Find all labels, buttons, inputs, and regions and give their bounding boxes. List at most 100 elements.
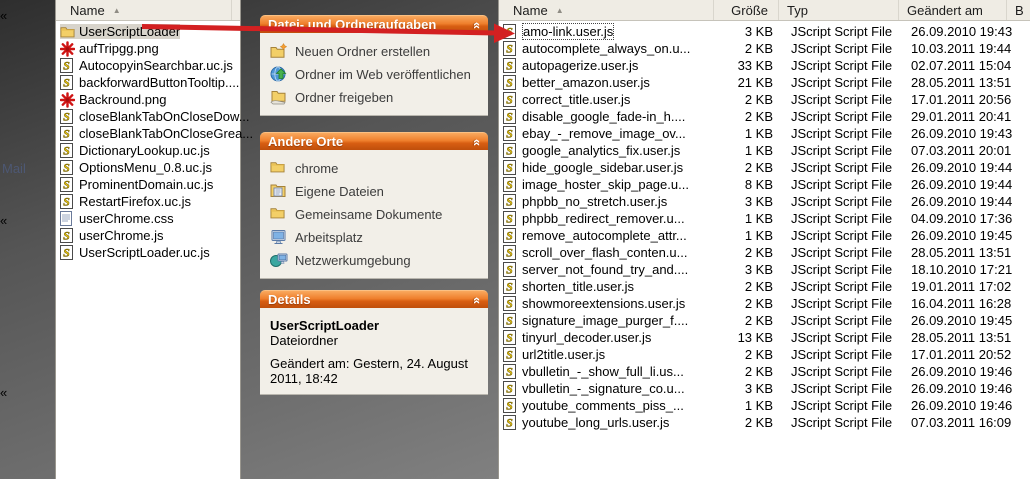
file-row-content[interactable]: ScloseBlankTabOnCloseGrea... [60, 126, 253, 141]
file-row[interactable]: SUserScriptLoader.uc.js [56, 244, 240, 261]
file-row[interactable]: Svbulletin_-_signature_co.u...3 KBJScrip… [499, 380, 1030, 397]
column-header-extra[interactable]: B [1007, 0, 1030, 20]
file-row-content[interactable]: SuserChrome.js [60, 228, 164, 243]
file-row-content[interactable]: SbackforwardButtonTooltip.... [60, 75, 239, 90]
file-row[interactable]: Sdisable_google_fade-in_h....2 KBJScript… [499, 108, 1030, 125]
file-row-content[interactable]: SProminentDomain.uc.js [60, 177, 213, 192]
column-header-name[interactable]: Name ▲ [56, 0, 232, 20]
file-row-content[interactable]: SAutocopyinSearchbar.uc.js [60, 58, 233, 73]
file-row-name-cell[interactable]: Sphpbb_redirect_remover.u... [503, 211, 718, 226]
file-row[interactable]: SRestartFirefox.uc.js [56, 193, 240, 210]
task-link-ordner-im-web-ver-ffentlichen[interactable]: Ordner im Web veröffentlichen [270, 66, 478, 82]
file-row[interactable]: Syoutube_long_urls.user.js2 KBJScript Sc… [499, 414, 1030, 431]
file-row[interactable]: Ssignature_image_purger_f....2 KBJScript… [499, 312, 1030, 329]
file-row[interactable]: aufTripgg.png [56, 40, 240, 57]
file-row[interactable]: Sgoogle_analytics_fix.user.js1 KBJScript… [499, 142, 1030, 159]
file-row[interactable]: Sphpbb_no_stretch.user.js3 KBJScript Scr… [499, 193, 1030, 210]
file-row[interactable]: Backround.png [56, 91, 240, 108]
file-row[interactable]: Sremove_autocomplete_attr...1 KBJScript … [499, 227, 1030, 244]
file-row[interactable]: Sscroll_over_flash_conten.u...2 KBJScrip… [499, 244, 1030, 261]
file-row-name-cell[interactable]: Syoutube_comments_piss_... [503, 398, 718, 413]
file-row-content[interactable]: userChrome.css [60, 211, 174, 226]
task-link-ordner-freigeben[interactable]: Ordner freigeben [270, 89, 478, 105]
file-row-name-cell[interactable]: Sautopagerize.user.js [503, 58, 718, 73]
file-row-name-cell[interactable]: Simage_hoster_skip_page.u... [503, 177, 718, 192]
file-row[interactable]: Sbetter_amazon.user.js21 KBJScript Scrip… [499, 74, 1030, 91]
file-row[interactable]: Sphpbb_redirect_remover.u...1 KBJScript … [499, 210, 1030, 227]
file-row-name-cell[interactable]: Sphpbb_no_stretch.user.js [503, 194, 718, 209]
file-row-content[interactable]: aufTripgg.png [60, 41, 159, 56]
column-header-size[interactable]: Größe [714, 0, 779, 20]
file-row-name-cell[interactable]: Svbulletin_-_signature_co.u... [503, 381, 718, 396]
file-row-name-cell[interactable]: Scorrect_title.user.js [503, 92, 718, 107]
strip-header[interactable]: « [0, 8, 38, 23]
file-row-name-cell[interactable]: Syoutube_long_urls.user.js [503, 415, 718, 430]
file-row-name-cell[interactable]: Sgoogle_analytics_fix.user.js [503, 143, 718, 158]
file-row[interactable]: Sshorten_title.user.js2 KBJScript Script… [499, 278, 1030, 295]
task-link-eigene-dateien[interactable]: Eigene Dateien [270, 183, 478, 199]
file-row-name-cell[interactable]: Svbulletin_-_show_full_li.us... [503, 364, 718, 379]
details-header[interactable]: Details « [260, 290, 488, 308]
file-row[interactable]: ScloseBlankTabOnCloseDow... [56, 108, 240, 125]
task-link-chrome[interactable]: chrome [270, 160, 478, 176]
file-row-name-cell[interactable]: Sautocomplete_always_on.u... [503, 41, 718, 56]
file-row-name-cell[interactable]: Sebay_-_remove_image_ov... [503, 126, 718, 141]
file-row-name-cell[interactable]: Shide_google_sidebar.user.js [503, 160, 718, 175]
file-row-name-cell[interactable]: Stinyurl_decoder.user.js [503, 330, 718, 345]
file-row-content[interactable]: SOptionsMenu_0.8.uc.js [60, 160, 212, 175]
file-row-name-cell[interactable]: Sbetter_amazon.user.js [503, 75, 718, 90]
file-row[interactable]: userChrome.css [56, 210, 240, 227]
file-row[interactable]: Stinyurl_decoder.user.js13 KBJScript Scr… [499, 329, 1030, 346]
file-tasks-header[interactable]: Datei- und Ordneraufgaben « [260, 15, 488, 33]
task-link-netzwerkumgebung[interactable]: Netzwerkumgebung [270, 252, 478, 268]
strip-header[interactable]: « [0, 385, 38, 400]
file-row[interactable]: Sautopagerize.user.js33 KBJScript Script… [499, 57, 1030, 74]
collapse-chevron-icon[interactable]: « [469, 22, 486, 29]
collapse-chevron-icon[interactable]: « [0, 385, 7, 400]
file-row-content[interactable]: SRestartFirefox.uc.js [60, 194, 191, 209]
file-row-name-cell[interactable]: Surl2title.user.js [503, 347, 718, 362]
file-row-name-cell[interactable]: Sremove_autocomplete_attr... [503, 228, 718, 243]
file-row[interactable]: UserScriptLoader [56, 23, 240, 40]
file-row[interactable]: Shide_google_sidebar.user.js2 KBJScript … [499, 159, 1030, 176]
column-header-name[interactable]: Name ▲ [499, 0, 714, 20]
file-row[interactable]: Syoutube_comments_piss_...1 KBJScript Sc… [499, 397, 1030, 414]
file-row[interactable]: SProminentDomain.uc.js [56, 176, 240, 193]
file-row[interactable]: SbackforwardButtonTooltip.... [56, 74, 240, 91]
file-row[interactable]: Simage_hoster_skip_page.u...8 KBJScript … [499, 176, 1030, 193]
collapse-chevron-icon[interactable]: « [469, 297, 486, 304]
collapse-chevron-icon[interactable]: « [469, 139, 486, 146]
other-places-header[interactable]: Andere Orte « [260, 132, 488, 150]
task-link-arbeitsplatz[interactable]: Arbeitsplatz [270, 229, 478, 245]
file-row-name-cell[interactable]: Sdisable_google_fade-in_h.... [503, 109, 718, 124]
file-row-name-cell[interactable]: Sscroll_over_flash_conten.u... [503, 245, 718, 260]
file-row[interactable]: Sshowmoreextensions.user.js2 KBJScript S… [499, 295, 1030, 312]
collapse-chevron-icon[interactable]: « [0, 213, 7, 228]
file-row[interactable]: Sserver_not_found_try_and....3 KBJScript… [499, 261, 1030, 278]
file-row[interactable]: Surl2title.user.js2 KBJScript Script Fil… [499, 346, 1030, 363]
task-link-neuen-ordner-erstellen[interactable]: Neuen Ordner erstellen [270, 43, 478, 59]
file-row-name-cell[interactable]: Sshorten_title.user.js [503, 279, 718, 294]
file-row-content[interactable]: UserScriptLoader [60, 24, 180, 39]
file-row[interactable]: Sautocomplete_always_on.u...2 KBJScript … [499, 40, 1030, 57]
file-row-content[interactable]: ScloseBlankTabOnCloseDow... [60, 109, 250, 124]
file-row[interactable]: ScloseBlankTabOnCloseGrea... [56, 125, 240, 142]
file-row[interactable]: SAutocopyinSearchbar.uc.js [56, 57, 240, 74]
column-header-type[interactable]: Typ [779, 0, 899, 20]
file-row-name-cell[interactable]: Samo-link.user.js [503, 23, 718, 40]
task-link-gemeinsame-dokumente[interactable]: Gemeinsame Dokumente [270, 206, 478, 222]
file-row-content[interactable]: SUserScriptLoader.uc.js [60, 245, 210, 260]
file-row[interactable]: Sebay_-_remove_image_ov...1 KBJScript Sc… [499, 125, 1030, 142]
file-row[interactable]: SuserChrome.js [56, 227, 240, 244]
file-row-content[interactable]: Backround.png [60, 92, 166, 107]
file-row[interactable]: Scorrect_title.user.js2 KBJScript Script… [499, 91, 1030, 108]
column-header-modified[interactable]: Geändert am [899, 0, 1007, 20]
strip-header[interactable]: « [0, 213, 38, 228]
file-row-name-cell[interactable]: Ssignature_image_purger_f.... [503, 313, 718, 328]
file-row-name-cell[interactable]: Sserver_not_found_try_and.... [503, 262, 718, 277]
file-row[interactable]: SDictionaryLookup.uc.js [56, 142, 240, 159]
file-row[interactable]: Svbulletin_-_show_full_li.us...2 KBJScri… [499, 363, 1030, 380]
mail-label[interactable]: Mail [2, 161, 26, 176]
collapse-chevron-icon[interactable]: « [0, 8, 7, 23]
file-row-name-cell[interactable]: Sshowmoreextensions.user.js [503, 296, 718, 311]
